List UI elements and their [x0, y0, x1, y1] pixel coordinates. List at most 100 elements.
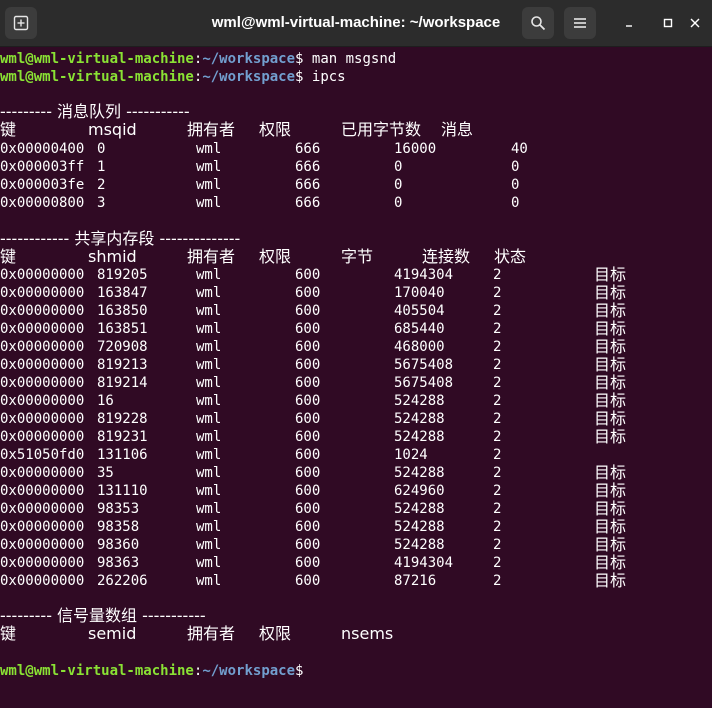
cell-attach: 2 — [493, 519, 502, 535]
cell-perms: 600 — [295, 537, 321, 553]
cell-perms: 600 — [295, 321, 321, 337]
cell-status: 目标 — [594, 535, 627, 554]
cell-shmid: 262206 — [97, 573, 148, 589]
cell-attach: 2 — [493, 555, 502, 571]
col-header-shmid: shmid — [88, 247, 137, 266]
cell-perms: 600 — [295, 357, 321, 373]
cell-perms: 600 — [295, 483, 321, 499]
cell-msqid: 0 — [97, 141, 106, 157]
cell-owner: wml — [196, 393, 222, 409]
col-header-key: 键 — [0, 624, 17, 643]
maximize-button[interactable] — [655, 10, 681, 36]
prompt-user: wml@wml-virtual-machine — [0, 663, 194, 679]
cell-owner: wml — [196, 159, 222, 175]
cell-owner: wml — [196, 357, 222, 373]
cell-bytes: 524288 — [394, 429, 445, 445]
col-header-nsems: nsems — [341, 624, 394, 643]
cell-perms: 666 — [295, 159, 321, 175]
cell-bytes: 524288 — [394, 519, 445, 535]
cell-attach: 2 — [493, 501, 502, 517]
cell-shmid: 35 — [97, 465, 114, 481]
cell-perms: 600 — [295, 465, 321, 481]
title-bar: wml@wml-virtual-machine: ~/workspace — [0, 0, 712, 47]
cell-owner: wml — [196, 339, 222, 355]
cell-key: 0x51050fd0 — [0, 447, 85, 463]
prompt-user: wml@wml-virtual-machine — [0, 69, 194, 85]
cell-attach: 2 — [493, 537, 502, 553]
cell-owner: wml — [196, 501, 222, 517]
cell-bytes: 524288 — [394, 537, 445, 553]
cell-status: 目标 — [594, 571, 627, 590]
cell-status: 目标 — [594, 283, 627, 302]
cell-perms: 600 — [295, 573, 321, 589]
cell-status: 目标 — [594, 337, 627, 356]
close-icon — [690, 18, 700, 28]
cell-status: 目标 — [594, 409, 627, 428]
cell-attach: 2 — [493, 483, 502, 499]
cell-key: 0x00000000 — [0, 321, 85, 337]
cell-key: 0x00000000 — [0, 537, 85, 553]
minimize-button[interactable] — [616, 10, 642, 36]
shm-column-headers: 键 shmid 拥有者 权限 字节 连接数 状态 — [0, 247, 526, 266]
cell-attach: 2 — [493, 267, 502, 283]
cell-owner: wml — [196, 555, 222, 571]
cell-bytes: 685440 — [394, 321, 445, 337]
terminal-output[interactable]: wml@wml-virtual-machine:~/workspace$ man… — [0, 50, 712, 708]
cell-owner: wml — [196, 519, 222, 535]
cell-bytes: 524288 — [394, 465, 445, 481]
cell-key: 0x00000000 — [0, 573, 85, 589]
cell-key: 0x00000000 — [0, 375, 85, 391]
cell-shmid: 163847 — [97, 285, 148, 301]
cell-perms: 600 — [295, 447, 321, 463]
cell-shmid: 98358 — [97, 519, 140, 535]
cell-owner: wml — [196, 573, 222, 589]
cell-used-bytes: 0 — [394, 195, 403, 211]
cell-bytes: 5675408 — [394, 375, 454, 391]
cell-shmid: 819213 — [97, 357, 148, 373]
cell-bytes: 4194304 — [394, 555, 454, 571]
cell-shmid: 819214 — [97, 375, 148, 391]
cell-key: 0x00000000 — [0, 411, 85, 427]
cell-key: 0x00000000 — [0, 303, 85, 319]
cell-owner: wml — [196, 177, 222, 193]
col-header-key: 键 — [0, 247, 17, 266]
search-button[interactable] — [522, 7, 554, 39]
cell-perms: 600 — [295, 519, 321, 535]
cell-owner: wml — [196, 447, 222, 463]
col-header-bytes: 字节 — [341, 247, 374, 266]
cell-key: 0x00000400 — [0, 141, 85, 157]
sem-section-header: --------- 信号量数组 ----------- — [0, 606, 206, 625]
queues-section-header: --------- 消息队列 ----------- — [0, 102, 190, 121]
maximize-icon — [663, 18, 673, 28]
col-header-perms: 权限 — [259, 120, 292, 139]
cell-shmid: 131106 — [97, 447, 148, 463]
cell-shmid: 819231 — [97, 429, 148, 445]
cell-attach: 2 — [493, 429, 502, 445]
prompt-path: ~/workspace — [202, 51, 296, 67]
cell-status: 目标 — [594, 517, 627, 536]
search-icon — [531, 16, 546, 31]
close-button[interactable] — [682, 10, 708, 36]
command-text: man msgsnd — [303, 51, 397, 67]
cell-owner: wml — [196, 321, 222, 337]
cell-perms: 600 — [295, 285, 321, 301]
cell-owner: wml — [196, 141, 222, 157]
prompt-path: ~/workspace — [202, 663, 296, 679]
cell-status: 目标 — [594, 427, 627, 446]
menu-button[interactable] — [564, 7, 596, 39]
cell-perms: 600 — [295, 501, 321, 517]
cell-used-bytes: 16000 — [394, 141, 437, 157]
col-header-used-bytes: 已用字节数 — [341, 120, 422, 139]
col-header-semid: semid — [88, 624, 137, 643]
window-title: wml@wml-virtual-machine: ~/workspace — [211, 14, 501, 31]
cell-key: 0x00000000 — [0, 483, 85, 499]
cell-key: 0x00000000 — [0, 465, 85, 481]
queues-column-headers: 键 msqid 拥有者 权限 已用字节数 消息 — [0, 121, 473, 139]
sem-column-headers: 键 semid 拥有者 权限 nsems — [0, 624, 393, 643]
col-header-owner: 拥有者 — [187, 120, 236, 139]
cell-key: 0x00000000 — [0, 429, 85, 445]
cell-perms: 600 — [295, 555, 321, 571]
cell-perms: 666 — [295, 177, 321, 193]
col-header-perms: 权限 — [259, 247, 292, 266]
cell-attach: 2 — [493, 303, 502, 319]
